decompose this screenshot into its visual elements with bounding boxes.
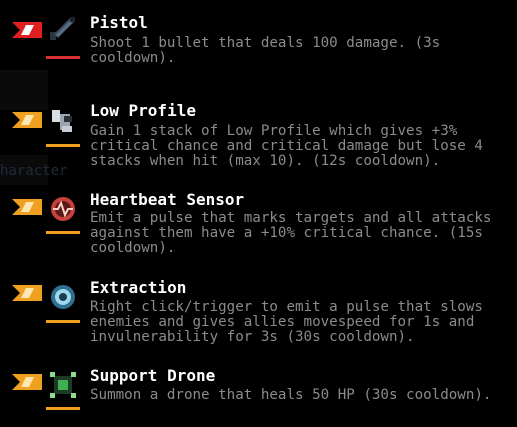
skill-description: Right click/trigger to emit a pulse that…	[90, 299, 483, 345]
skill-row-low-profile[interactable]: Low Profile Gain 1 stack of Low Profile …	[0, 90, 517, 175]
skill-row-heartbeat-sensor[interactable]: Heartbeat Sensor Emit a pulse that marks…	[0, 180, 517, 265]
extraction-icon	[51, 285, 75, 309]
utility-slot-flag-icon	[12, 285, 42, 301]
skill-description: Gain 1 stack of Low Profile which gives …	[90, 123, 483, 169]
utility-slot-flag-icon	[12, 374, 42, 390]
utility-slot-underline	[46, 407, 80, 410]
primary-slot-underline	[46, 56, 80, 59]
skill-name: Low Profile	[90, 101, 196, 120]
utility-slot-underline	[46, 144, 80, 147]
skill-name: Pistol	[90, 13, 148, 32]
low-profile-icon	[52, 110, 72, 132]
skill-row-extraction[interactable]: Extraction Right click/trigger to emit a…	[0, 270, 517, 360]
skill-name: Heartbeat Sensor	[90, 190, 245, 209]
heartbeat-sensor-icon	[51, 197, 75, 221]
utility-slot-underline	[46, 320, 80, 323]
skill-row-pistol[interactable]: Pistol Shoot 1 bullet that deals 100 dam…	[0, 0, 517, 80]
support-drone-icon	[50, 372, 76, 398]
utility-slot-underline	[46, 231, 80, 234]
primary-slot-flag-icon	[12, 22, 42, 38]
skill-name: Extraction	[90, 278, 187, 297]
skill-description: Shoot 1 bullet that deals 100 damage. (3…	[90, 35, 441, 66]
skill-description: Emit a pulse that marks targets and all …	[90, 210, 492, 256]
utility-slot-flag-icon	[12, 199, 42, 215]
skill-row-support-drone[interactable]: Support Drone Summon a drone that heals …	[0, 360, 517, 427]
skill-name: Support Drone	[90, 366, 216, 385]
skill-description: Summon a drone that heals 50 HP (30s coo…	[90, 387, 492, 403]
pistol-icon	[50, 17, 75, 40]
utility-slot-flag-icon	[12, 112, 42, 128]
